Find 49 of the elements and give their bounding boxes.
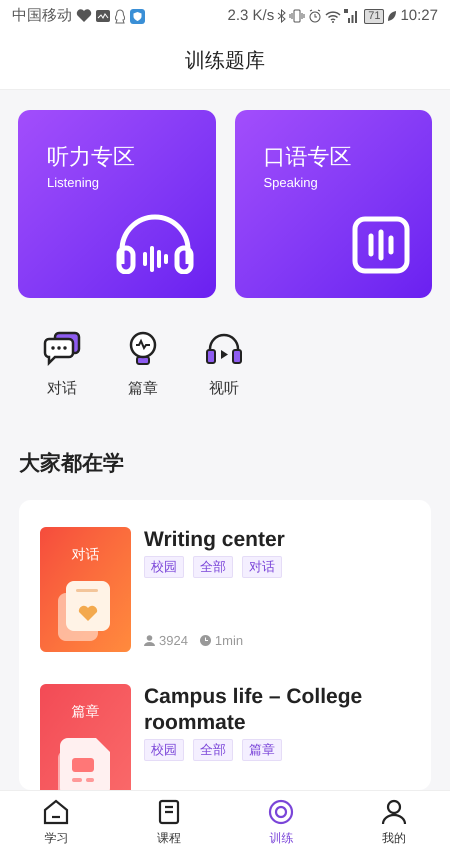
course-tag: 全部 [193, 739, 233, 761]
cover-label: 对话 [72, 545, 100, 564]
zone-subtitle: Listening [47, 174, 100, 192]
zone-title: 听力专区 [47, 143, 136, 171]
clock-icon [200, 634, 211, 646]
course-tag: 全部 [193, 556, 233, 578]
page-title: 训练题库 [185, 48, 265, 74]
chat-icon [43, 331, 81, 367]
user-icon [380, 799, 407, 825]
course-title[interactable]: Campus life – College roommate [144, 684, 410, 736]
network-speed: 2.3 K/s [228, 6, 274, 26]
headset-icon [205, 333, 243, 365]
category-item[interactable]: 对话 [40, 330, 84, 400]
zone-card[interactable]: 听力专区 Listening [18, 110, 216, 298]
zone-subtitle: Speaking [264, 174, 319, 192]
nav-tab[interactable]: 课程 [112, 791, 225, 850]
duration: 1min [214, 632, 244, 650]
nav-tab[interactable]: 学习 [0, 791, 112, 850]
zone-title: 口语专区 [264, 143, 352, 171]
heart-icon [76, 9, 92, 23]
battery-indicator: 71 [364, 8, 384, 24]
category-item[interactable]: 篇章 [121, 330, 165, 400]
bluetooth-icon [277, 9, 286, 23]
course-tag: 对话 [242, 556, 282, 578]
target-icon [268, 799, 294, 825]
nav-tab[interactable]: 我的 [338, 791, 450, 850]
section-title: 大家都在学 [18, 450, 125, 476]
clock-time: 10:27 [400, 6, 438, 26]
shield-icon [130, 8, 145, 24]
voice-icon [352, 216, 410, 274]
cover-label: 篇章 [72, 702, 100, 721]
person-icon [144, 634, 155, 646]
vibrate-icon [289, 9, 306, 23]
learner-count: 3924 [159, 632, 188, 650]
carrier-name: 中国移动 [12, 6, 72, 26]
course-tag: 篇章 [242, 739, 282, 761]
alarm-icon [308, 9, 322, 23]
nav-tab[interactable]: 训练 [225, 791, 338, 850]
headphones-icon [116, 212, 194, 274]
wifi-icon [325, 10, 342, 22]
course-title[interactable]: Writing center [144, 527, 410, 553]
course-tag: 校园 [144, 739, 184, 761]
leaf-icon [387, 10, 398, 22]
zone-card[interactable]: 口语专区 Speaking [234, 110, 432, 298]
bulb-icon [128, 331, 158, 367]
category-item[interactable]: 视听 [202, 330, 246, 400]
chart-icon [96, 10, 110, 22]
course-tag: 校园 [144, 556, 184, 578]
home-icon [43, 799, 70, 825]
